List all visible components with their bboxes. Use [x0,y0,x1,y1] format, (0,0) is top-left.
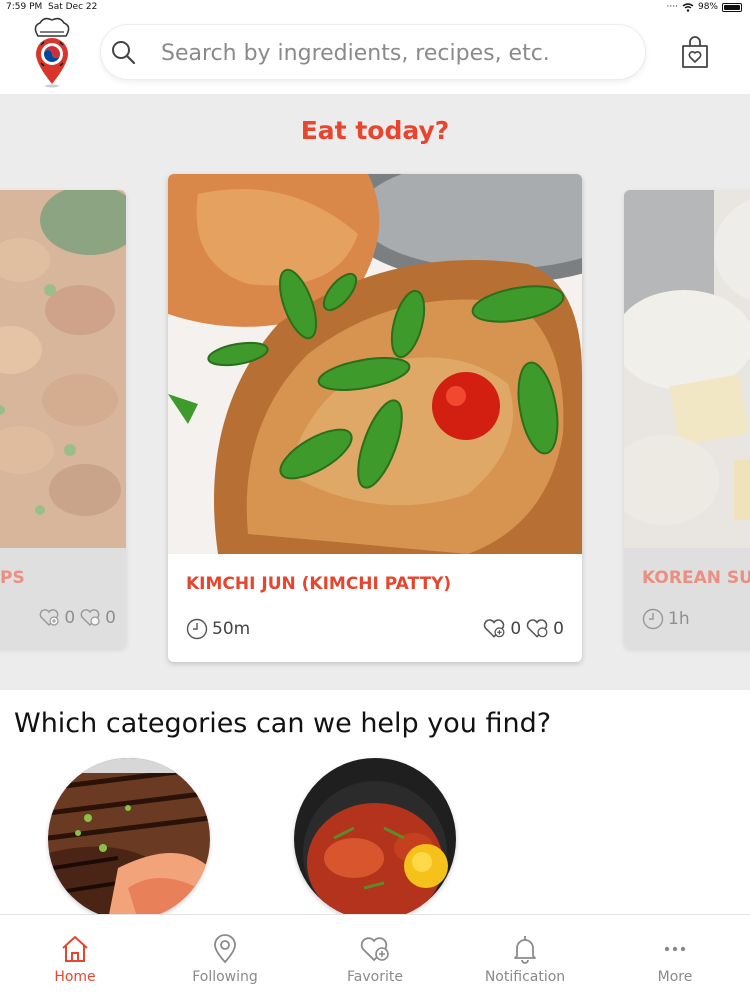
like-count: 0 [64,608,76,628]
clock-icon [186,618,208,640]
location-pin-icon [214,934,236,964]
cook-time-value: 50m [212,619,251,639]
search-icon [112,41,136,65]
card-footer [0,548,126,648]
tab-label: More [657,969,693,985]
favorite-count: 0 [553,619,564,639]
heart-plus-icon[interactable] [482,619,506,639]
search-input[interactable] [161,33,631,73]
recipe-image-shrimp [0,190,126,548]
app-header [0,14,750,94]
heart-check-icon[interactable] [79,609,101,627]
like-count: 0 [510,619,522,639]
heart-plus-icon [360,937,389,962]
tab-label: Favorite [347,969,403,985]
more-dots-icon [664,946,686,952]
tab-label: Notification [484,969,566,985]
signal-dots-icon: ···· [666,2,678,12]
categories-title: Which categories can we help you find? [14,708,552,739]
wifi-icon [682,2,694,12]
tab-label: Home [54,969,96,985]
recipe-name: KIMCHI JUN (KIMCHI PATTY) [186,574,452,594]
battery-icon [722,2,742,12]
heart-plus-icon[interactable] [38,609,60,627]
cook-time-value: 1h [668,609,690,629]
category-bbq-ribs[interactable] [48,758,210,920]
tab-more[interactable]: More [600,915,750,1000]
shopping-bag-heart-icon[interactable] [680,36,710,70]
category-stew[interactable] [294,758,456,920]
recipe-meta: 50m 0 0 [186,618,564,640]
eat-today-carousel: Eat today? PS 0 0 KIMCHI JUN (KIMCHI PAT… [0,94,750,690]
home-icon [62,936,88,962]
chef-korea-pin-logo[interactable] [24,16,80,88]
card-footer [624,548,750,648]
search-bar[interactable] [100,24,646,80]
bottom-tab-bar: Home Following Favorite Notification Mor… [0,914,750,1000]
clock-icon [642,608,664,630]
recipe-name: KOREAN SU [642,568,750,588]
favorite-count: 0 [105,608,116,628]
status-bar: 7:59 PM Sat Dec 22 ···· 98% [0,0,750,14]
tab-notification[interactable]: Notification [450,915,600,1000]
battery-percent: 98% [697,2,718,12]
status-right: ···· 98% [667,2,742,12]
recipe-image-korean-su [624,190,750,548]
tab-following[interactable]: Following [150,915,300,1000]
cook-time: 50m [186,618,250,640]
recipe-card-right[interactable]: KOREAN SU 1h [624,190,750,648]
bell-icon [514,936,536,964]
recipe-image-kimchi-jun [168,174,582,554]
heart-check-icon[interactable] [525,619,549,639]
cook-time: 1h [642,608,690,630]
recipe-name: PS [0,568,25,588]
tab-favorite[interactable]: Favorite [300,915,450,1000]
recipe-card-left[interactable]: PS 0 0 [0,190,126,648]
tab-label: Following [192,969,258,985]
status-time: 7:59 PM Sat Dec 22 [6,2,98,12]
tab-home[interactable]: Home [0,915,150,1000]
recipe-meta: 1h [642,608,750,630]
hero-title: Eat today? [300,116,450,145]
recipe-meta: 0 0 [0,608,116,628]
recipe-card-featured[interactable]: KIMCHI JUN (KIMCHI PATTY) 50m 0 0 [168,174,582,662]
